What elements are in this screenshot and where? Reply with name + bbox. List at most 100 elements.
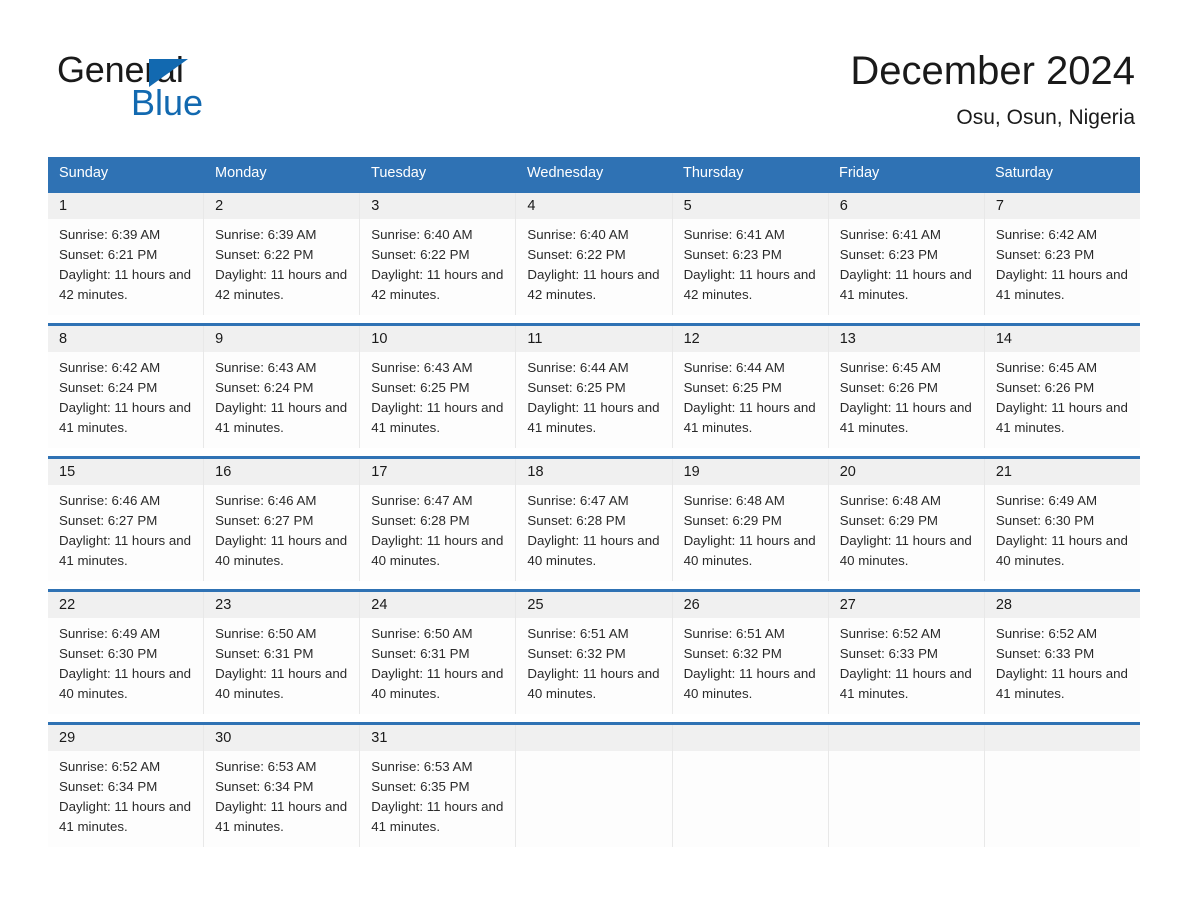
daylight-text: Daylight: 11 hours and 41 minutes. (839, 400, 972, 435)
day-number[interactable]: 6 (827, 193, 984, 219)
day-number[interactable]: 16 (203, 459, 359, 485)
day-number[interactable]: 18 (515, 459, 671, 485)
day-number[interactable]: 12 (671, 326, 828, 352)
day-number[interactable]: 5 (671, 193, 828, 219)
day-cell: Sunrise: 6:53 AM Sunset: 6:34 PM Daylight:… (203, 751, 359, 847)
sunset-text: Sunset: 6:33 PM (995, 646, 1095, 661)
day-cell: Sunrise: 6:52 AM Sunset: 6:34 PM Daylight:… (48, 751, 203, 847)
week-daynumber-band: 22 23 24 25 26 27 28 (48, 592, 1140, 618)
generalblue-logo[interactable]: General Blue (57, 52, 267, 124)
sunrise-text: Sunrise: 6:49 AM (995, 493, 1098, 508)
calendar-week-row: 22 23 24 25 26 27 28 Sunrise: 6:49 AM Sunset: 6:… (48, 589, 1140, 714)
sunrise-text: Sunrise: 6:43 AM (371, 360, 473, 375)
daylight-text: Daylight: 11 hours and 40 minutes. (683, 666, 816, 701)
day-number[interactable]: 17 (359, 459, 515, 485)
sunrise-text: Sunrise: 6:39 AM (215, 227, 317, 242)
day-number[interactable]: 28 (983, 592, 1140, 618)
day-number[interactable]: 13 (827, 326, 984, 352)
week-daynumber-band: 15 16 17 18 19 20 21 (48, 459, 1140, 485)
daylight-text: Daylight: 11 hours and 40 minutes. (59, 666, 192, 701)
calendar-table: Sunday Monday Tuesday Wednesday Thursday Frid… (48, 157, 1140, 847)
sunrise-text: Sunrise: 6:46 AM (59, 493, 161, 508)
day-number[interactable]: 27 (827, 592, 984, 618)
daylight-text: Daylight: 11 hours and 40 minutes. (839, 533, 972, 568)
sunset-text: Sunset: 6:30 PM (995, 513, 1095, 528)
day-number[interactable]: 11 (515, 326, 671, 352)
day-cell: Sunrise: 6:39 AM Sunset: 6:22 PM Daylight:… (203, 219, 359, 315)
day-number[interactable]: 23 (203, 592, 359, 618)
daylight-text: Daylight: 11 hours and 41 minutes. (371, 400, 504, 435)
day-number[interactable]: 2 (203, 193, 359, 219)
daylight-text: Daylight: 11 hours and 40 minutes. (527, 666, 660, 701)
sunrise-text: Sunrise: 6:52 AM (59, 759, 161, 774)
page-subtitle: Osu, Osun, Nigeria (956, 106, 1135, 129)
daylight-text: Daylight: 11 hours and 40 minutes. (371, 533, 504, 568)
day-number[interactable]: 8 (48, 326, 203, 352)
day-cell: Sunrise: 6:51 AM Sunset: 6:32 PM Daylight:… (515, 618, 671, 714)
daylight-text: Daylight: 11 hours and 42 minutes. (59, 267, 192, 302)
page-title: December 2024 (850, 49, 1135, 93)
day-number[interactable]: 1 (48, 193, 203, 219)
sunset-text: Sunset: 6:32 PM (527, 646, 626, 661)
day-cell: Sunrise: 6:40 AM Sunset: 6:22 PM Daylight:… (359, 219, 515, 315)
sunrise-text: Sunrise: 6:41 AM (839, 227, 941, 242)
calendar-week-row: 15 16 17 18 19 20 21 Sunrise: 6:46 AM Sunset: 6:… (48, 456, 1140, 581)
weekday-header-tuesday: Tuesday (371, 165, 427, 181)
sunrise-text: Sunrise: 6:46 AM (215, 493, 317, 508)
sunset-text: Sunset: 6:32 PM (683, 646, 782, 661)
week-detail-band: Sunrise: 6:39 AM Sunset: 6:21 PM Daylight:… (48, 219, 1140, 315)
weekday-header-friday: Friday (839, 165, 880, 181)
day-number[interactable]: 19 (671, 459, 828, 485)
week-detail-band: Sunrise: 6:42 AM Sunset: 6:24 PM Daylight:… (48, 352, 1140, 448)
day-number[interactable]: 25 (515, 592, 671, 618)
day-cell: Sunrise: 6:47 AM Sunset: 6:28 PM Daylight:… (515, 485, 671, 581)
day-number[interactable]: 15 (48, 459, 203, 485)
sunset-text: Sunset: 6:21 PM (59, 247, 158, 262)
day-number[interactable]: 30 (203, 725, 359, 751)
day-number[interactable]: 7 (983, 193, 1140, 219)
title-block: December 2024 Osu, Osun, Nigeria (850, 48, 1135, 130)
weekday-header-sunday: Sunday (59, 165, 109, 181)
sunrise-text: Sunrise: 6:45 AM (839, 360, 941, 375)
daylight-text: Daylight: 11 hours and 41 minutes. (683, 400, 816, 435)
sunrise-text: Sunrise: 6:43 AM (215, 360, 317, 375)
day-cell: Sunrise: 6:50 AM Sunset: 6:31 PM Daylight:… (359, 618, 515, 714)
day-cell: Sunrise: 6:43 AM Sunset: 6:25 PM Daylight:… (359, 352, 515, 448)
day-number[interactable]: 9 (203, 326, 359, 352)
sunrise-text: Sunrise: 6:39 AM (59, 227, 161, 242)
day-number[interactable]: 10 (359, 326, 515, 352)
sunset-text: Sunset: 6:34 PM (59, 779, 158, 794)
sunset-text: Sunset: 6:22 PM (527, 247, 626, 262)
day-number[interactable]: 21 (983, 459, 1140, 485)
page-header: General Blue December 2024 Osu, Osun, Ni… (0, 0, 1188, 129)
day-number[interactable]: 20 (827, 459, 984, 485)
day-number[interactable]: 14 (983, 326, 1140, 352)
day-cell: Sunrise: 6:43 AM Sunset: 6:24 PM Daylight:… (203, 352, 359, 448)
daylight-text: Daylight: 11 hours and 42 minutes. (683, 267, 816, 302)
daylight-text: Daylight: 11 hours and 40 minutes. (215, 533, 348, 568)
sunset-text: Sunset: 6:25 PM (527, 380, 626, 395)
sunrise-text: Sunrise: 6:40 AM (371, 227, 473, 242)
day-number[interactable]: 26 (671, 592, 828, 618)
sunset-text: Sunset: 6:30 PM (59, 646, 158, 661)
daylight-text: Daylight: 11 hours and 41 minutes. (59, 400, 192, 435)
day-cell: Sunrise: 6:52 AM Sunset: 6:33 PM Daylight:… (983, 618, 1140, 714)
day-number[interactable]: 24 (359, 592, 515, 618)
sunrise-text: Sunrise: 6:51 AM (683, 626, 785, 641)
day-number[interactable]: 3 (359, 193, 515, 219)
day-number[interactable]: 29 (48, 725, 203, 751)
day-number[interactable]: 22 (48, 592, 203, 618)
daylight-text: Daylight: 11 hours and 41 minutes. (839, 267, 972, 302)
day-number[interactable]: 31 (359, 725, 515, 751)
sunrise-text: Sunrise: 6:44 AM (527, 360, 629, 375)
sunset-text: Sunset: 6:22 PM (371, 247, 470, 262)
sunrise-text: Sunrise: 6:40 AM (527, 227, 629, 242)
sunset-text: Sunset: 6:26 PM (995, 380, 1095, 395)
sunrise-text: Sunrise: 6:42 AM (995, 227, 1098, 242)
day-number[interactable]: 4 (515, 193, 671, 219)
sunset-text: Sunset: 6:31 PM (215, 646, 314, 661)
day-cell-empty (983, 751, 1140, 847)
daylight-text: Daylight: 11 hours and 40 minutes. (215, 666, 348, 701)
daylight-text: Daylight: 11 hours and 42 minutes. (527, 267, 660, 302)
sunset-text: Sunset: 6:29 PM (839, 513, 939, 528)
